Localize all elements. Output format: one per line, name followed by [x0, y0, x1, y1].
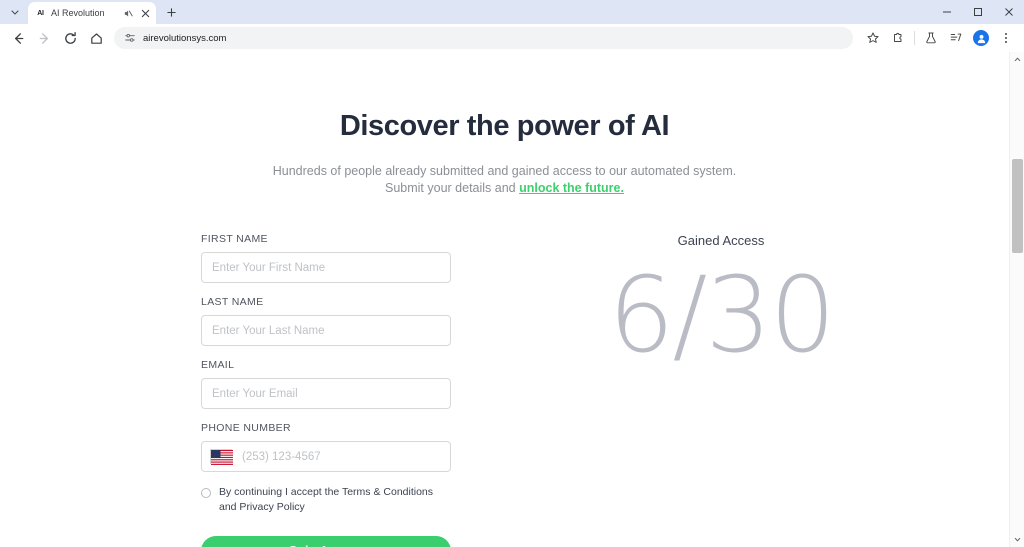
- phone-number-label: PHONE NUMBER: [201, 422, 291, 434]
- page-viewport: Discover the power of AI Hundreds of peo…: [0, 52, 1024, 547]
- tab-search-button[interactable]: [2, 0, 28, 24]
- scroll-up-arrow[interactable]: [1010, 52, 1024, 67]
- forward-arrow-icon: [39, 32, 48, 44]
- subtitle-line-1: Hundreds of people already submitted and…: [272, 164, 737, 178]
- page-scrollbar[interactable]: [1009, 52, 1024, 547]
- chevron-up-icon: [1014, 57, 1021, 62]
- last-name-label: LAST NAME: [201, 296, 264, 308]
- gained-access-panel: Gained Access 6/30: [451, 233, 1009, 547]
- profile-avatar-icon: [973, 30, 989, 46]
- scroll-down-arrow[interactable]: [1010, 532, 1024, 547]
- home-button[interactable]: [84, 26, 108, 50]
- terms-text: By continuing I accept the Terms & Condi…: [219, 486, 434, 513]
- gained-access-title: Gained Access: [677, 233, 765, 248]
- address-bar[interactable]: airevolutionsys.com: [114, 27, 853, 49]
- browser-tab[interactable]: AI AI Revolution: [28, 2, 156, 24]
- chevron-down-icon: [1014, 537, 1021, 542]
- extensions-button[interactable]: [886, 26, 910, 50]
- tab-favicon: AI: [37, 9, 44, 17]
- flask-icon: [926, 32, 936, 44]
- labs-button[interactable]: [919, 26, 943, 50]
- profile-button[interactable]: [969, 26, 993, 50]
- bookmark-button[interactable]: [861, 26, 885, 50]
- tab-close-icon[interactable]: [139, 7, 151, 19]
- extensions-puzzle-icon: [894, 32, 902, 42]
- email-label: EMAIL: [201, 359, 235, 371]
- address-bar-url: airevolutionsys.com: [143, 32, 227, 44]
- toolbar-actions: [861, 26, 1018, 50]
- terms-checkbox[interactable]: [201, 488, 211, 498]
- browser-toolbar: airevolutionsys.com: [0, 24, 1024, 52]
- home-icon: [90, 32, 102, 44]
- maximize-icon: [973, 8, 982, 16]
- new-tab-button[interactable]: [160, 1, 182, 23]
- phone-number-input[interactable]: [232, 443, 450, 470]
- landing-page: Discover the power of AI Hundreds of peo…: [0, 52, 1009, 547]
- browser-window: AI AI Revolution airevolutionsys.com Dis…: [0, 0, 1024, 547]
- forward-button[interactable]: [32, 26, 56, 50]
- share-button[interactable]: [944, 26, 968, 50]
- content-columns: FIRST NAME LAST NAME EMAIL PHONE NUMBER: [0, 233, 1009, 547]
- minimize-icon: [942, 11, 951, 13]
- email-field-group: EMAIL: [201, 359, 451, 409]
- toolbar-divider: [914, 31, 915, 45]
- consent-row[interactable]: By continuing I accept the Terms & Condi…: [201, 485, 451, 515]
- first-name-field-group: FIRST NAME: [201, 233, 451, 283]
- email-input[interactable]: [201, 378, 451, 409]
- muted-speaker-icon[interactable]: [122, 7, 134, 19]
- star-icon: [867, 32, 879, 43]
- chevron-down-icon: [11, 10, 19, 15]
- back-button[interactable]: [6, 26, 30, 50]
- phone-field-group: PHONE NUMBER: [201, 422, 451, 472]
- first-name-label: FIRST NAME: [201, 233, 268, 245]
- close-icon: [1004, 8, 1013, 16]
- last-name-input[interactable]: [201, 315, 451, 346]
- signup-form: FIRST NAME LAST NAME EMAIL PHONE NUMBER: [201, 233, 451, 547]
- maximize-button[interactable]: [962, 0, 993, 24]
- gain-access-button[interactable]: Gain Access: [201, 536, 451, 547]
- three-dot-menu-icon: [1004, 32, 1008, 44]
- browser-menu-button[interactable]: [994, 26, 1018, 50]
- window-controls: [931, 0, 1024, 24]
- plus-icon: [166, 7, 176, 17]
- page-title: Discover the power of AI: [339, 110, 670, 142]
- gained-access-counter: 6/30: [608, 254, 836, 376]
- scrollbar-thumb[interactable]: [1012, 159, 1023, 253]
- tab-strip: AI AI Revolution: [0, 0, 1024, 24]
- us-flag-icon[interactable]: [210, 449, 233, 465]
- unlock-the-future-link[interactable]: unlock the future.: [519, 181, 624, 195]
- subtitle-line-2-prefix: Submit your details and: [385, 181, 520, 195]
- site-settings-icon: [125, 33, 135, 42]
- close-window-button[interactable]: [993, 0, 1024, 24]
- first-name-input[interactable]: [201, 252, 451, 283]
- minimize-button[interactable]: [931, 0, 962, 24]
- reload-button[interactable]: [58, 26, 82, 50]
- reload-icon: [64, 31, 76, 44]
- back-arrow-icon: [14, 32, 23, 44]
- tab-title: AI Revolution: [51, 8, 105, 18]
- share-icon: [950, 33, 962, 42]
- phone-input-wrapper[interactable]: [201, 441, 451, 472]
- page-subtitle: Hundreds of people already submitted and…: [0, 163, 1009, 197]
- last-name-field-group: LAST NAME: [201, 296, 451, 346]
